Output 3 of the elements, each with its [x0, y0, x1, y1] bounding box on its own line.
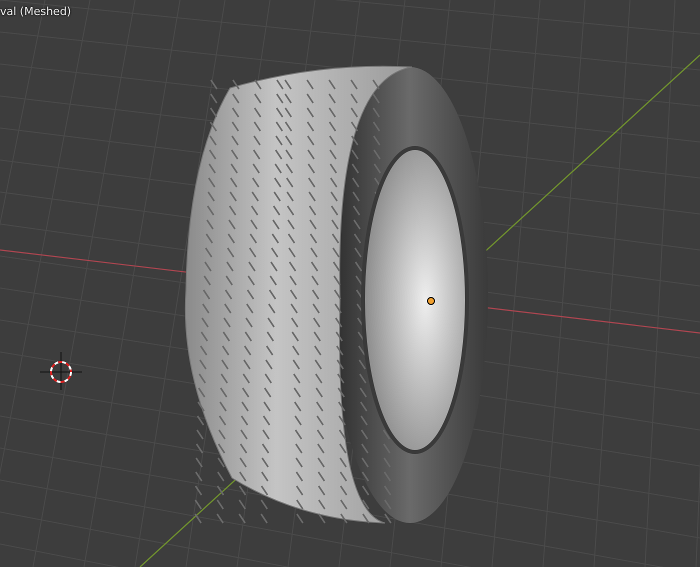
- 3d-cursor-icon: [40, 352, 82, 390]
- origin-point-icon: [427, 297, 435, 305]
- object-label: val (Meshed): [0, 5, 72, 18]
